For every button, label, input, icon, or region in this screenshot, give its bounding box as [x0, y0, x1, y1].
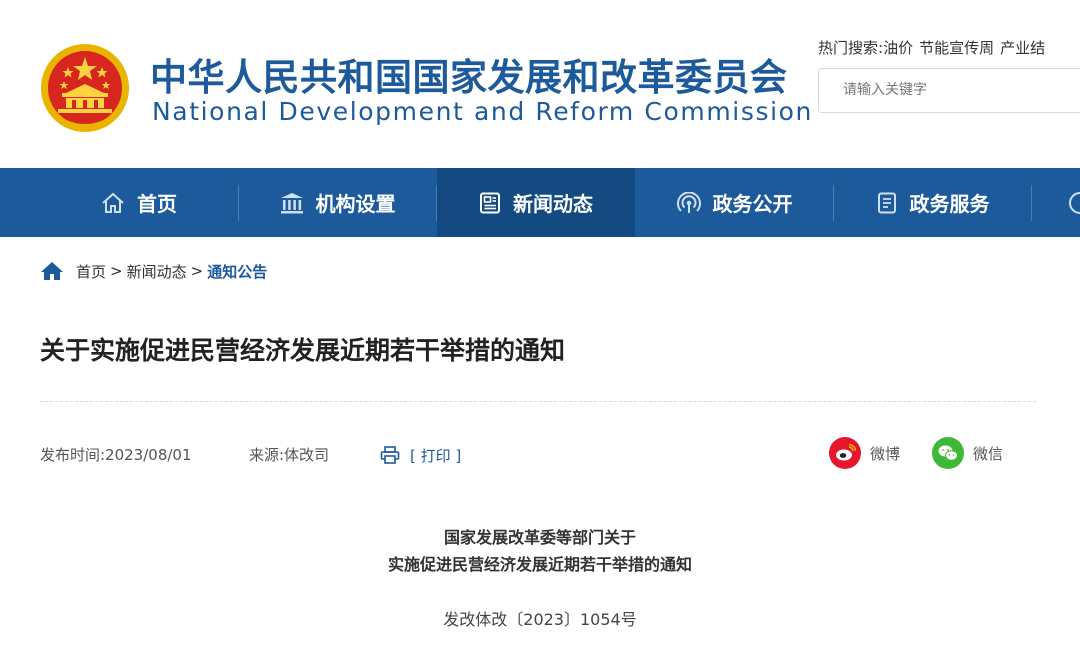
breadcrumb-separator: > — [190, 262, 204, 280]
breadcrumb-current[interactable]: 通知公告 — [207, 261, 267, 282]
nav-item-label: 政务公开 — [712, 192, 793, 216]
hot-search-label: 热门搜索: — [818, 39, 884, 57]
national-emblem-logo[interactable] — [40, 43, 130, 135]
broadcast-icon — [676, 191, 701, 213]
article-title: 关于实施促进民营经济发展近期若干举措的通知 — [40, 336, 566, 365]
publish-date: 发布时间:2023/08/01 — [40, 446, 192, 464]
next-nav-icon[interactable] — [1068, 191, 1080, 215]
site-header: 中华人民共和国国家发展和改革委员会 National Development a… — [0, 0, 1080, 168]
nav-item-government-affairs[interactable]: 政务公开 — [636, 168, 833, 237]
building-icon — [280, 192, 303, 213]
hot-search-link[interactable]: 油价 — [883, 39, 913, 57]
document-number: 发改体改〔2023〕1054号 — [443, 610, 637, 629]
share-wechat-label: 微信 — [973, 444, 1004, 463]
share-weibo-button[interactable]: 微博 — [829, 437, 900, 469]
wechat-icon — [932, 437, 964, 469]
home-icon[interactable] — [40, 261, 64, 281]
nav-item-news[interactable]: 新闻动态 — [437, 168, 635, 237]
site-title-en: National Development and Reform Commissi… — [152, 97, 813, 126]
hot-search-link[interactable]: 节能宣传周 — [919, 39, 994, 57]
search-input[interactable] — [841, 81, 1075, 99]
print-label: [ 打印 ] — [410, 446, 462, 465]
nav-divider — [1031, 185, 1032, 221]
share-weibo-label: 微博 — [870, 444, 901, 463]
breadcrumb: 首页 > 新闻动态 > 通知公告 — [40, 260, 267, 282]
title-divider — [40, 401, 1036, 402]
share-wechat-button[interactable]: 微信 — [932, 437, 1003, 469]
breadcrumb-home[interactable]: 首页 — [76, 261, 106, 282]
article-source: 来源:体改司 — [249, 446, 330, 464]
breadcrumb-separator: > — [110, 262, 123, 280]
home-icon — [102, 192, 124, 213]
nav-item-label: 政务服务 — [909, 192, 990, 216]
nav-item-home[interactable]: 首页 — [40, 168, 238, 237]
nav-item-government-services[interactable]: 政务服务 — [834, 168, 1031, 237]
main-nav: 首页 机构设置 新闻动态 政务公开 政务服务 — [0, 168, 1080, 237]
nav-item-label: 新闻动态 — [513, 192, 593, 216]
print-icon — [380, 446, 400, 464]
document-heading-line1: 国家发展改革委等部门关于 — [443, 528, 636, 547]
document-icon — [877, 192, 896, 213]
document-heading-line2: 实施促进民营经济发展近期若干举措的通知 — [387, 555, 692, 574]
breadcrumb-news[interactable]: 新闻动态 — [127, 261, 187, 282]
search-box — [818, 68, 1080, 113]
site-title-cn: 中华人民共和国国家发展和改革委员会 — [150, 56, 788, 99]
nav-item-organization[interactable]: 机构设置 — [239, 168, 436, 237]
weibo-icon — [829, 437, 861, 469]
hot-search-link[interactable]: 产业结 — [1000, 39, 1045, 57]
print-button[interactable]: [ 打印 ] — [380, 444, 461, 466]
news-icon — [480, 192, 500, 213]
nav-item-label: 机构设置 — [315, 192, 396, 216]
hot-search-bar: 热门搜索:油价 节能宣传周 产业结 — [818, 38, 1080, 58]
nav-item-label: 首页 — [137, 192, 177, 216]
